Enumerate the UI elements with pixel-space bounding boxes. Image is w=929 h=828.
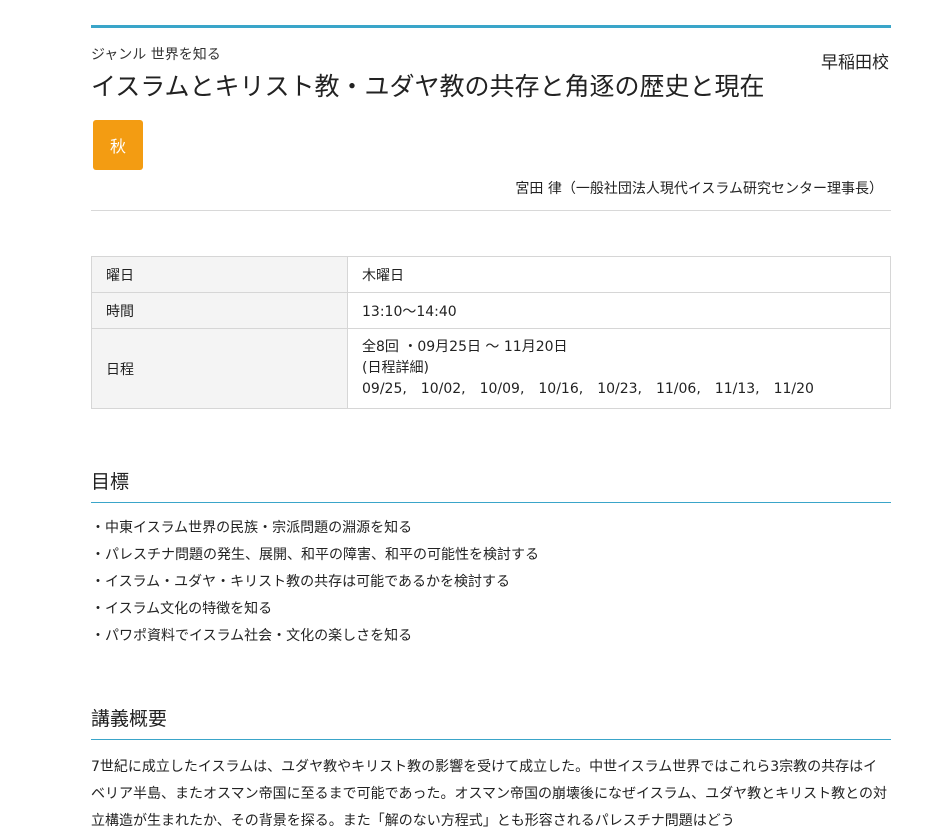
table-row: 日程 全8回 ・09月25日 ～ 11月20日 (日程詳細) 09/25, 10/… bbox=[91, 328, 891, 409]
header-divider bbox=[91, 210, 891, 211]
overview-section: 講義概要 7世紀に成立したイスラムは、ユダヤ教やキリスト教の影響を受けて成立した… bbox=[91, 704, 891, 828]
day-value: 木曜日 bbox=[347, 256, 891, 293]
date-item: 11/20 bbox=[773, 381, 814, 397]
list-item: ・パワポ資料でイスラム社会・文化の楽しさを知る bbox=[91, 628, 413, 644]
season-badge: 秋 bbox=[93, 120, 143, 170]
course-detail: ジャンル 世界を知る 早稲田校 イスラムとキリスト教・ユダヤ教の共存と角逐の歴史… bbox=[91, 25, 891, 828]
genre-label: ジャンル 世界を知る bbox=[91, 47, 221, 63]
schedule-dates: 09/25, 10/02, 10/09, 10/16, 10/23, 11/06, 11/1… bbox=[362, 379, 876, 400]
day-label: 曜日 bbox=[91, 256, 348, 293]
top-accent-rule bbox=[91, 25, 891, 28]
page-title: イスラムとキリスト教・ユダヤ教の共存と角逐の歴史と現在 bbox=[91, 72, 765, 101]
date-item: 11/13, bbox=[714, 381, 760, 397]
schedule-summary: 全8回 ・09月25日 ～ 11月20日 bbox=[362, 339, 568, 355]
time-value: 13:10～14:40 bbox=[347, 292, 891, 329]
list-item: ・イスラム・ユダヤ・キリスト教の共存は可能であるかを検討する bbox=[91, 574, 511, 590]
schedule-detail-link[interactable]: (日程詳細) bbox=[362, 358, 876, 379]
date-item: 10/02, bbox=[420, 381, 466, 397]
goals-heading: 目標 bbox=[91, 467, 891, 503]
table-row: 時間 13:10～14:40 bbox=[91, 292, 891, 329]
schedule-cell: 全8回 ・09月25日 ～ 11月20日 (日程詳細) 09/25, 10/02,… bbox=[347, 328, 891, 409]
school-name: 早稲田校 bbox=[821, 53, 889, 73]
goals-list: ・中東イスラム世界の民族・宗派問題の淵源を知る ・パレスチナ問題の発生、展開、和… bbox=[91, 515, 891, 650]
date-item: 09/25, bbox=[362, 381, 407, 397]
list-item: ・中東イスラム世界の民族・宗派問題の淵源を知る bbox=[91, 520, 413, 536]
schedule-label: 日程 bbox=[91, 328, 348, 409]
time-label: 時間 bbox=[91, 292, 348, 329]
date-item: 10/16, bbox=[538, 381, 584, 397]
course-header: ジャンル 世界を知る 早稲田校 イスラムとキリスト教・ユダヤ教の共存と角逐の歴史… bbox=[91, 46, 891, 198]
overview-text: 7世紀に成立したイスラムは、ユダヤ教やキリスト教の影響を受けて成立した。中世イス… bbox=[91, 759, 888, 828]
schedule-table: 曜日 木曜日 時間 13:10～14:40 日程 全8回 ・09月25日 ～ 1… bbox=[91, 256, 891, 409]
list-item: ・イスラム文化の特徴を知る bbox=[91, 601, 273, 617]
date-item: 10/09, bbox=[479, 381, 525, 397]
table-row: 曜日 木曜日 bbox=[91, 256, 891, 293]
goals-section: 目標 ・中東イスラム世界の民族・宗派問題の淵源を知る ・パレスチナ問題の発生、展… bbox=[91, 467, 891, 650]
date-item: 10/23, bbox=[597, 381, 642, 397]
instructor-name: 宮田 律（一般社団法人現代イスラム研究センター理事長） bbox=[515, 181, 883, 197]
date-item: 11/06, bbox=[655, 381, 701, 397]
list-item: ・パレスチナ問題の発生、展開、和平の障害、和平の可能性を検討する bbox=[91, 547, 539, 563]
overview-heading: 講義概要 bbox=[91, 704, 891, 740]
